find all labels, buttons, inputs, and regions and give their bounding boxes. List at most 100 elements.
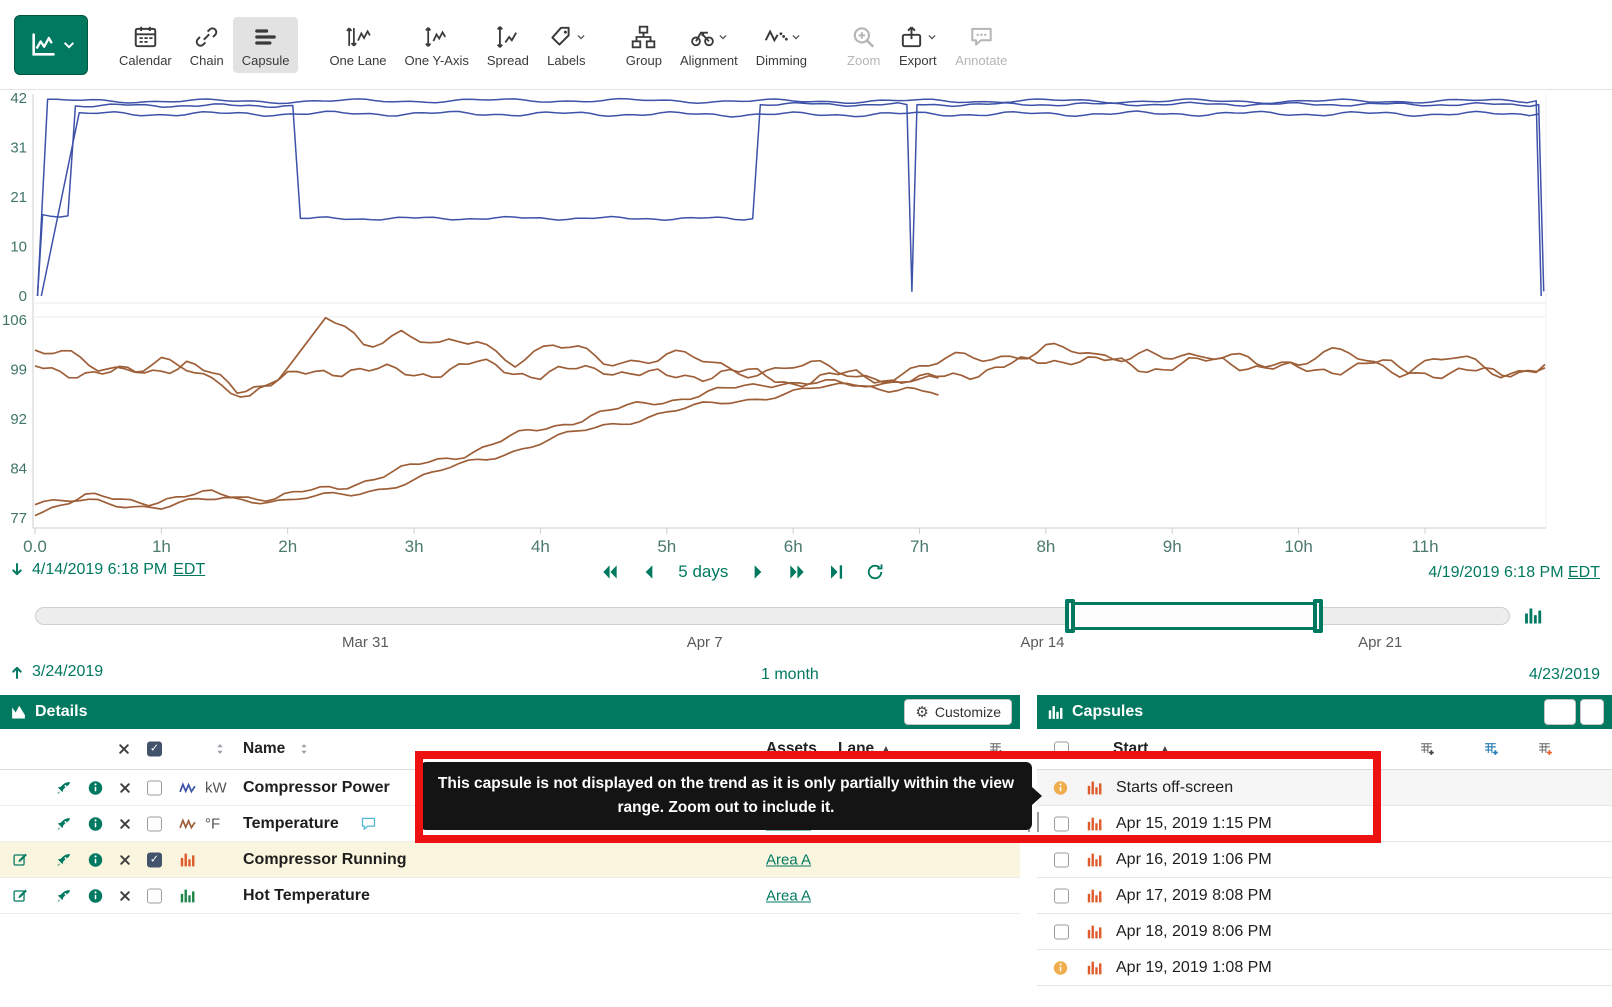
toolbar-button-group[interactable]: Group: [617, 17, 671, 73]
warning-info-icon[interactable]: [1052, 959, 1069, 976]
toolbar-icon-row: [689, 24, 728, 50]
toolbar-button-calendar[interactable]: Calendar: [110, 17, 181, 73]
remove-icon[interactable]: [118, 817, 132, 831]
arrow-up-icon[interactable]: [8, 663, 26, 681]
toolbar-label: Capsule: [242, 53, 290, 68]
edit-icon: [12, 887, 29, 904]
start-column-header[interactable]: Start: [1113, 740, 1148, 758]
y-axis-tick: 106: [2, 312, 27, 329]
asset-swap-icon[interactable]: [55, 851, 72, 868]
capsule-start-value: Apr 17, 2019 8:08 PM: [1116, 887, 1272, 905]
investigate-end-date[interactable]: 4/23/2019: [1529, 666, 1600, 684]
scrubber-selection[interactable]: [1070, 602, 1318, 630]
item-name: Hot Temperature: [243, 887, 370, 905]
x-axis-tick: 6h: [784, 537, 803, 556]
item-name: Compressor Power: [243, 779, 390, 797]
toolbar-button-alignment[interactable]: Alignment: [671, 17, 747, 73]
toolbar-button-capsule[interactable]: Capsule: [233, 17, 299, 73]
remove-icon[interactable]: [118, 889, 132, 903]
asset-link[interactable]: Area A: [766, 851, 811, 868]
toolbar-button-labels[interactable]: Labels: [538, 17, 595, 73]
step-forward-fast-button[interactable]: [787, 562, 807, 582]
customize-label: Customize: [935, 704, 1001, 720]
spread-icon: [494, 24, 521, 50]
refresh-icon[interactable]: [865, 562, 885, 582]
range-end-datetime[interactable]: 4/19/2019 6:18 PM: [1428, 564, 1563, 581]
add-stat-column-icon[interactable]: [1483, 741, 1500, 758]
trend-chart[interactable]: 423121100106999284770.01h2h3h4h5h6h7h8h9…: [0, 90, 1612, 560]
row-checkbox[interactable]: [147, 780, 162, 795]
zoom-to-capsule-button[interactable]: [1544, 699, 1576, 725]
remove-all-icon[interactable]: [117, 742, 131, 756]
info-icon[interactable]: [87, 851, 104, 868]
remove-icon[interactable]: [118, 781, 132, 795]
info-icon[interactable]: [87, 887, 104, 904]
info-icon[interactable]: [87, 815, 104, 832]
scrubber-date-label: Apr 7: [687, 634, 723, 651]
capsule-checkbox[interactable]: [1054, 888, 1069, 903]
lane-column-header[interactable]: Lane: [838, 740, 874, 758]
asset-swap-icon[interactable]: [55, 779, 72, 796]
investigate-duration[interactable]: 1 month: [761, 666, 819, 684]
step-back-button[interactable]: [639, 562, 659, 582]
toolbar-label: Group: [626, 53, 662, 68]
capsule-checkbox[interactable]: [1054, 816, 1069, 831]
capsule-time-icon[interactable]: [1523, 606, 1543, 626]
investigate-start-date[interactable]: 3/24/2019: [32, 663, 103, 681]
signal-icon: [179, 815, 196, 832]
asset-swap-icon[interactable]: [55, 887, 72, 904]
toolbar-button-spread[interactable]: Spread: [478, 17, 538, 73]
info-icon[interactable]: [87, 779, 104, 796]
select-all-capsules-checkbox[interactable]: [1054, 742, 1069, 757]
row-checkbox[interactable]: [147, 888, 162, 903]
warning-info-icon[interactable]: [1052, 779, 1069, 796]
assets-column-header[interactable]: Assets: [766, 740, 817, 758]
toolbar-icon-row: [850, 24, 877, 50]
scrubber-handle-right[interactable]: [1313, 599, 1323, 633]
chevron-down-icon: [718, 32, 728, 42]
range-start-timezone[interactable]: EDT: [173, 561, 205, 579]
toolbar-button-export[interactable]: Export: [889, 17, 946, 73]
customize-button[interactable]: ⚙ Customize: [904, 699, 1012, 725]
capsule-start-value: Apr 16, 2019 1:06 PM: [1116, 851, 1272, 869]
toolbar-button-chain[interactable]: Chain: [181, 17, 233, 73]
scrubber-handle-left[interactable]: [1065, 599, 1075, 633]
step-to-end-button[interactable]: [826, 562, 846, 582]
range-end-timezone[interactable]: EDT: [1568, 564, 1600, 581]
scrubber-date-label: Apr 21: [1358, 634, 1402, 651]
x-axis-tick: 0.0: [23, 537, 47, 556]
remove-icon[interactable]: [118, 853, 132, 867]
signal-icon: [179, 779, 196, 796]
row-checkbox[interactable]: [147, 816, 162, 831]
capsule-icon: [1086, 887, 1103, 904]
comment-icon[interactable]: [360, 815, 377, 832]
select-all-checkbox[interactable]: ✓: [147, 742, 162, 757]
range-start-datetime[interactable]: 4/14/2019 6:18 PM: [32, 561, 167, 579]
duration-label[interactable]: 5 days: [678, 562, 728, 582]
workbench-menu-button[interactable]: [14, 15, 88, 75]
capsule-checkbox[interactable]: [1054, 924, 1069, 939]
name-column-header[interactable]: Name: [243, 740, 285, 758]
step-forward-button[interactable]: [748, 562, 768, 582]
series-compressor-power-a: [38, 99, 1542, 296]
condition-icon: [179, 887, 196, 904]
asset-swap-icon[interactable]: [55, 815, 72, 832]
toolbar-button-one-lane[interactable]: One Lane: [320, 17, 395, 73]
collapse-button[interactable]: [1580, 699, 1604, 725]
toolbar-button-dimming[interactable]: Dimming: [747, 17, 816, 73]
y-axis-tick: 21: [10, 189, 27, 206]
capsule-checkbox[interactable]: [1054, 852, 1069, 867]
add-column-icon[interactable]: [988, 741, 1005, 758]
step-back-fast-button[interactable]: [600, 562, 620, 582]
add-property-column-icon[interactable]: [1537, 741, 1554, 758]
sort-updown-icon[interactable]: [213, 742, 227, 756]
asset-link[interactable]: Area A: [766, 887, 811, 904]
row-checkbox[interactable]: ✓: [147, 852, 162, 867]
toolbar-button-one-y-axis[interactable]: One Y-Axis: [396, 17, 478, 73]
arrow-down-icon[interactable]: [8, 561, 26, 579]
sort-updown-icon[interactable]: [297, 742, 311, 756]
add-column-icon[interactable]: [1419, 741, 1436, 758]
toolbar-label: One Y-Axis: [405, 53, 469, 68]
capsule-icon: [1086, 959, 1103, 976]
x-axis-tick: 1h: [152, 537, 171, 556]
